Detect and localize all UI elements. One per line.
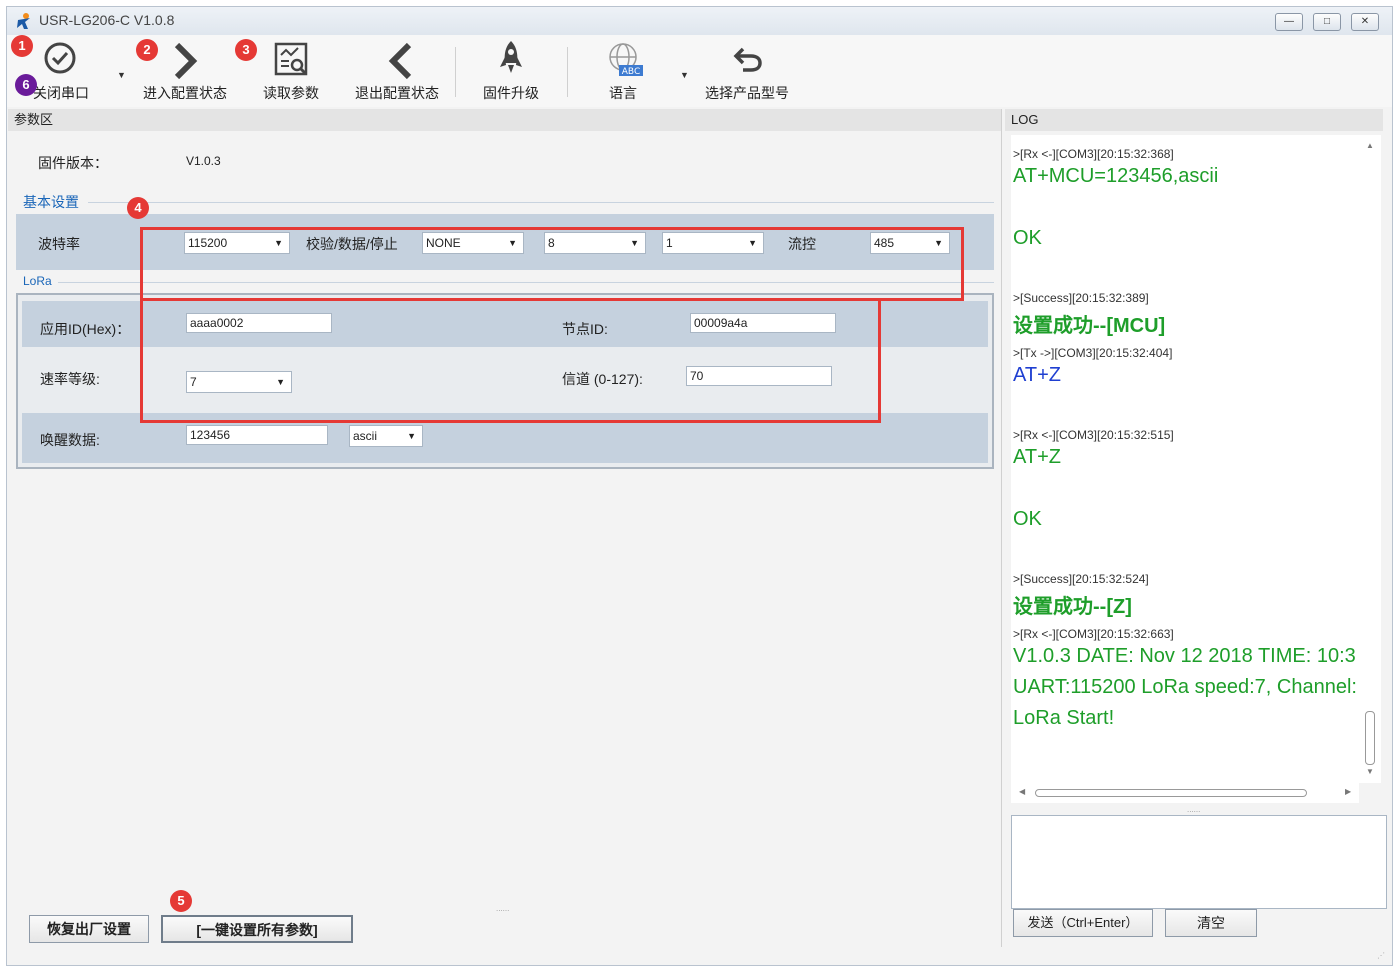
log-line: >[Rx <-][COM3][20:15:32:368]	[1013, 147, 1174, 161]
log-line: AT+Z	[1013, 364, 1061, 386]
annotation-badge-3: 3	[235, 39, 257, 61]
language-label: 语言	[609, 85, 637, 101]
svg-text:ABC: ABC	[622, 67, 640, 77]
scroll-thumb[interactable]	[1365, 711, 1375, 765]
scroll-right-icon[interactable]: ▶	[1345, 787, 1351, 796]
log-splitter-grip[interactable]: ......	[1187, 805, 1200, 814]
wake-format-select[interactable]: ascii ▼	[349, 425, 423, 447]
annotation-badge-6: 6	[15, 74, 37, 96]
baud-rate-label: 波特率	[38, 236, 80, 252]
wake-format-value: ascii	[353, 429, 378, 443]
scroll-left-icon[interactable]: ◀	[1019, 787, 1025, 796]
log-line: UART:115200 LoRa speed:7, Channel:	[1013, 676, 1357, 698]
log-line: >[Tx ->][COM3][20:15:32:404]	[1013, 346, 1173, 360]
app-window: USR-LG206-C V1.0.8 — □ ✕ 关闭串口 ▼ 进入配置状态 读…	[6, 6, 1393, 966]
log-line: >[Success][20:15:32:524]	[1013, 572, 1149, 586]
rocket-icon	[500, 41, 522, 73]
log-line: 设置成功--[MCU]	[1013, 315, 1166, 337]
lora-section-title: LoRa	[23, 274, 52, 288]
chevron-left-icon	[388, 43, 412, 79]
select-model-button[interactable]: 选择产品型号	[697, 35, 797, 107]
minimize-button[interactable]: —	[1275, 13, 1303, 31]
log-horizontal-scrollbar[interactable]: ◀ ▶	[1011, 783, 1359, 803]
restore-factory-button[interactable]: 恢复出厂设置	[29, 915, 149, 943]
log-line: >[Rx <-][COM3][20:15:32:663]	[1013, 627, 1174, 641]
window-title: USR-LG206-C V1.0.8	[39, 12, 175, 28]
scroll-down-icon[interactable]: ▼	[1366, 767, 1374, 776]
undo-arrow-icon	[733, 47, 762, 72]
log-line: OK	[1013, 508, 1042, 530]
language-button[interactable]: ABC 语言	[587, 35, 659, 107]
check-circle-icon	[44, 42, 76, 74]
globe-abc-icon: ABC	[609, 43, 643, 77]
resize-grip-icon[interactable]: ⋰	[1377, 951, 1385, 960]
annotation-box-serial	[140, 227, 964, 301]
close-port-button[interactable]: 关闭串口	[21, 35, 101, 107]
exit-config-label: 退出配置状态	[355, 85, 439, 101]
wake-data-label: 唤醒数据:	[40, 432, 100, 448]
log-line: AT+Z	[1013, 446, 1061, 468]
annotation-box-lora	[140, 298, 881, 423]
log-vertical-scrollbar[interactable]: ▲ ▼	[1359, 135, 1381, 783]
set-all-params-button[interactable]: [一键设置所有参数]	[161, 915, 353, 943]
params-header: 参数区	[8, 109, 1001, 131]
select-model-label: 选择产品型号	[705, 85, 789, 101]
read-params-button[interactable]: 读取参数	[251, 35, 331, 107]
maximize-button[interactable]: □	[1313, 13, 1341, 31]
basic-settings-divider	[88, 202, 994, 203]
log-line: >[Success][20:15:32:389]	[1013, 291, 1149, 305]
annotation-badge-4: 4	[127, 197, 149, 219]
chevron-down-icon: ▼	[407, 431, 416, 441]
log-line: OK	[1013, 227, 1042, 249]
exit-config-button[interactable]: 退出配置状态	[347, 35, 447, 107]
toolbar-separator	[567, 47, 568, 97]
annotation-badge-1: 1	[11, 35, 33, 57]
enter-config-label: 进入配置状态	[143, 85, 227, 101]
app-logo-icon	[17, 13, 30, 29]
annotation-badge-5: 5	[170, 890, 192, 912]
firmware-version-value: V1.0.3	[186, 154, 221, 168]
read-params-label: 读取参数	[263, 85, 319, 101]
firmware-version-label: 固件版本：	[38, 155, 108, 171]
rate-level-label: 速率等级:	[40, 371, 100, 387]
log-output[interactable]: >[Rx <-][COM3][20:15:32:368] AT+MCU=1234…	[1011, 135, 1359, 783]
app-id-label: 应用ID(Hex)：	[40, 321, 131, 337]
firmware-upgrade-label: 固件升级	[483, 85, 539, 101]
port-dropdown-arrow[interactable]: ▼	[117, 70, 126, 80]
toolbar-separator	[455, 47, 456, 97]
annotation-badge-2: 2	[136, 39, 158, 61]
language-dropdown-arrow[interactable]: ▼	[680, 70, 689, 80]
basic-settings-title: 基本设置	[23, 194, 79, 210]
toolbar: 关闭串口 ▼ 进入配置状态 读取参数 退出配置状态 固件升级 ABC 语言 ▼ …	[7, 35, 1392, 107]
params-panel: 参数区 固件版本： V1.0.3 基本设置 波特率 115200 ▼ 校验/数据/…	[8, 109, 1002, 947]
firmware-upgrade-button[interactable]: 固件升级	[471, 35, 551, 107]
close-window-button[interactable]: ✕	[1351, 13, 1379, 31]
wake-data-input[interactable]: 123456	[186, 425, 328, 445]
log-line: AT+MCU=123456,ascii	[1013, 165, 1219, 187]
title-bar: USR-LG206-C V1.0.8 — □ ✕	[7, 7, 1392, 35]
chevron-right-icon	[174, 43, 198, 79]
send-input[interactable]	[1011, 815, 1387, 909]
splitter-grip[interactable]: ......	[496, 904, 509, 913]
send-button[interactable]: 发送（Ctrl+Enter）	[1013, 909, 1153, 937]
log-line: 设置成功--[Z]	[1013, 596, 1132, 618]
clear-button[interactable]: 清空	[1165, 909, 1257, 937]
horizontal-scroll-thumb[interactable]	[1035, 789, 1307, 797]
log-line: V1.0.3 DATE: Nov 12 2018 TIME: 10:3	[1013, 645, 1356, 667]
log-header: LOG	[1005, 109, 1383, 131]
log-line: LoRa Start!	[1013, 707, 1115, 729]
log-line: >[Rx <-][COM3][20:15:32:515]	[1013, 428, 1174, 442]
read-document-icon	[274, 42, 308, 76]
scroll-up-icon[interactable]: ▲	[1366, 141, 1374, 150]
